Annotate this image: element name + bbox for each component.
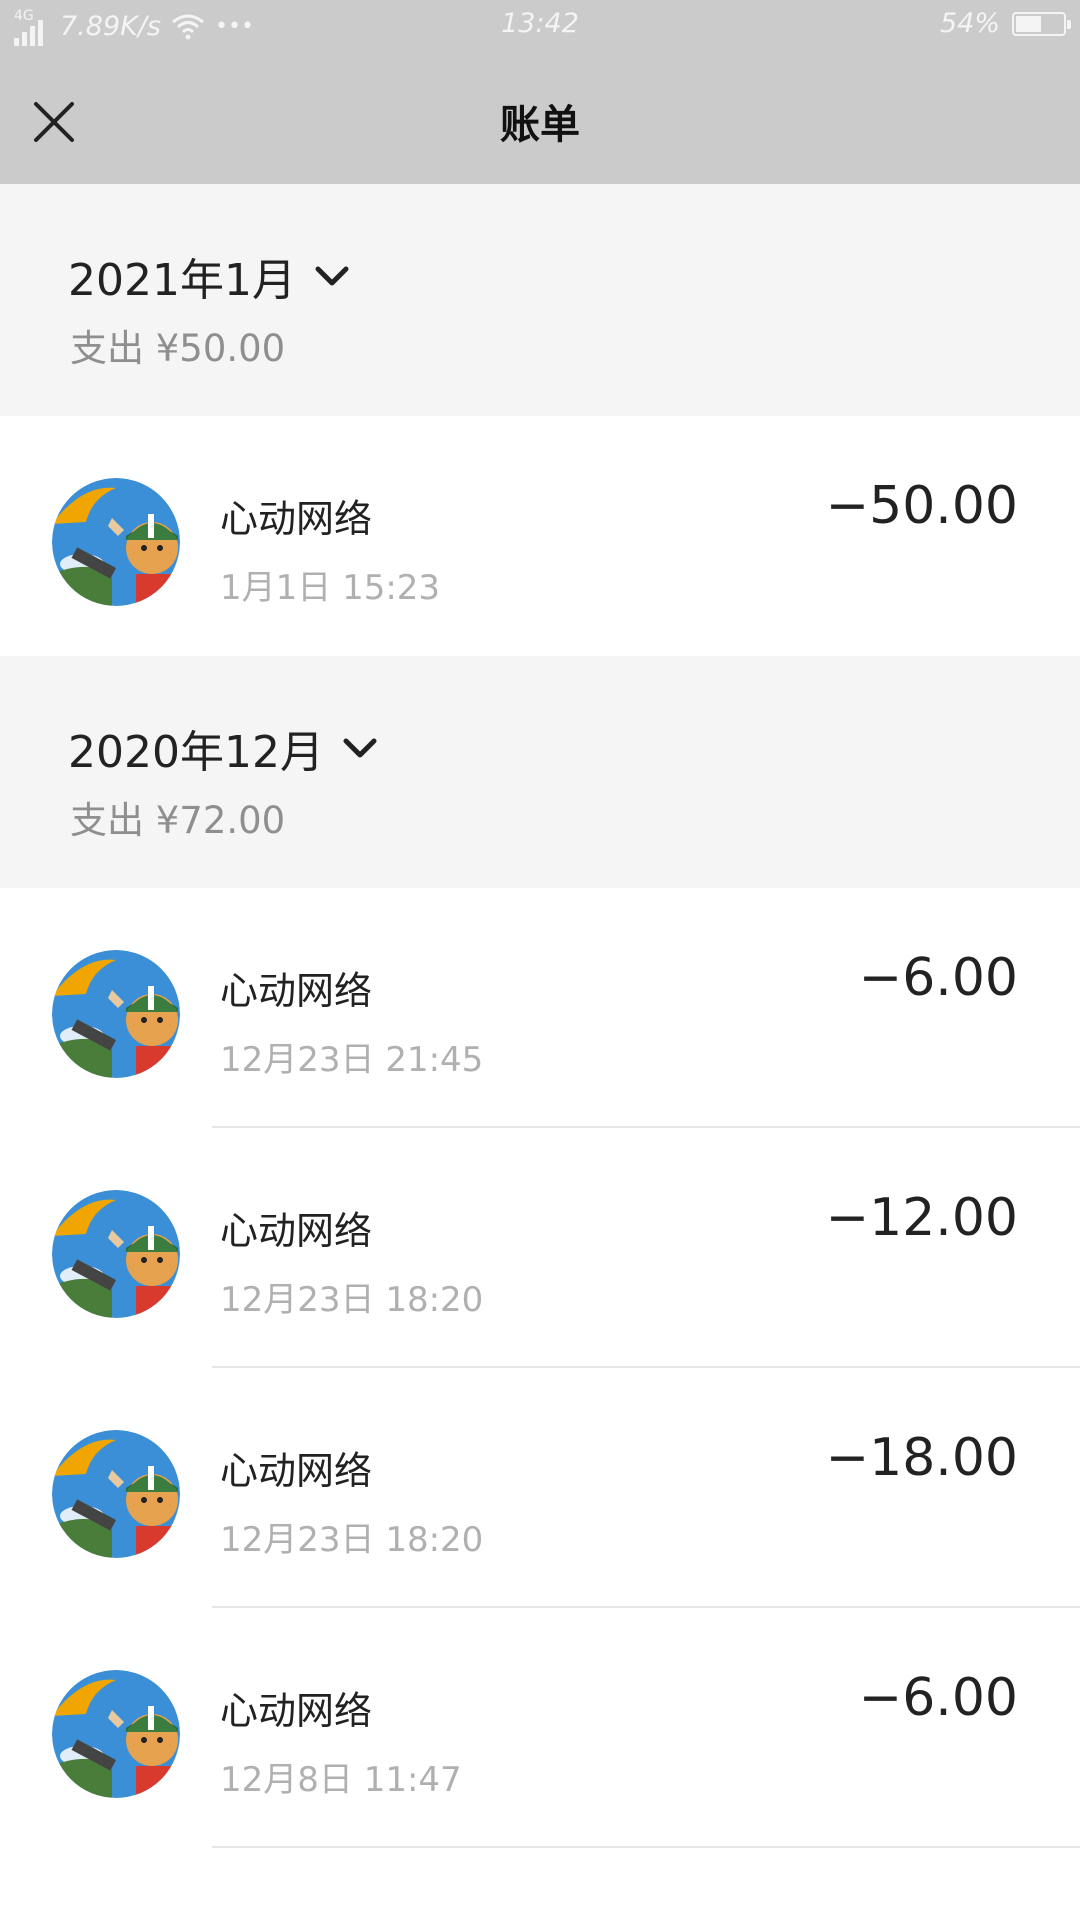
merchant-name: 心动网络 <box>220 969 373 1013</box>
transaction-time: 12月23日 18:20 <box>220 1520 484 1560</box>
merchant-name: 心动网络 <box>220 497 373 541</box>
transaction-amount: −6.00 <box>858 948 1018 1008</box>
transaction-row[interactable]: 心动网络 12月23日 18:20 −12.00 <box>0 1128 1080 1368</box>
transaction-amount: −12.00 <box>825 1188 1018 1248</box>
bill-list[interactable]: 2021年1月 支出 ¥50.00 心动网络 1月1日 15:23 −50.00… <box>0 184 1080 1848</box>
transaction-time: 12月23日 21:45 <box>220 1040 484 1080</box>
transaction-time: 12月8日 11:47 <box>220 1760 462 1800</box>
battery-percent: 54% <box>939 8 1000 39</box>
merchant-name: 心动网络 <box>220 1689 373 1733</box>
transaction-row[interactable]: 心动网络 12月23日 18:20 −18.00 <box>0 1368 1080 1608</box>
page-title: 账单 <box>500 102 580 148</box>
merchant-avatar <box>52 1430 180 1558</box>
transaction-row[interactable]: 心动网络 12月8日 11:47 −6.00 <box>0 1608 1080 1848</box>
merchant-avatar <box>52 1190 180 1318</box>
month-picker[interactable]: 2021年1月 <box>68 244 350 308</box>
merchant-avatar <box>52 1670 180 1798</box>
merchant-name: 心动网络 <box>220 1449 373 1493</box>
chevron-down-icon <box>315 266 349 286</box>
transaction-amount: −6.00 <box>858 1668 1018 1728</box>
merchant-name: 心动网络 <box>220 1209 373 1253</box>
month-label: 2021年1月 <box>68 255 296 306</box>
month-expense-total: 支出 ¥72.00 <box>70 799 286 842</box>
month-expense-total: 支出 ¥50.00 <box>70 327 286 370</box>
transaction-amount: −18.00 <box>825 1428 1018 1488</box>
transaction-row[interactable]: 心动网络 1月1日 15:23 −50.00 <box>0 416 1080 656</box>
clock: 13:42 <box>501 8 579 39</box>
merchant-avatar <box>52 478 180 606</box>
status-bar: 4G 7.89K/s ••• 13:42 54% <box>0 0 1080 52</box>
transaction-row[interactable]: 心动网络 12月23日 21:45 −6.00 <box>0 888 1080 1128</box>
month-header: 2020年12月 支出 ¥72.00 <box>0 656 1080 888</box>
month-label: 2020年12月 <box>68 727 324 778</box>
battery-icon <box>1012 11 1071 36</box>
merchant-avatar <box>52 950 180 1078</box>
chevron-down-icon <box>343 738 377 758</box>
transaction-amount: −50.00 <box>825 476 1018 536</box>
row-divider <box>212 1846 1080 1848</box>
month-picker[interactable]: 2020年12月 <box>68 716 378 780</box>
title-bar: 账单 <box>0 52 1080 184</box>
battery-level <box>1016 15 1041 32</box>
month-header: 2021年1月 支出 ¥50.00 <box>0 184 1080 416</box>
transaction-time: 12月23日 18:20 <box>220 1280 484 1320</box>
transaction-time: 1月1日 15:23 <box>220 568 441 608</box>
status-right: 54% <box>939 8 1071 39</box>
